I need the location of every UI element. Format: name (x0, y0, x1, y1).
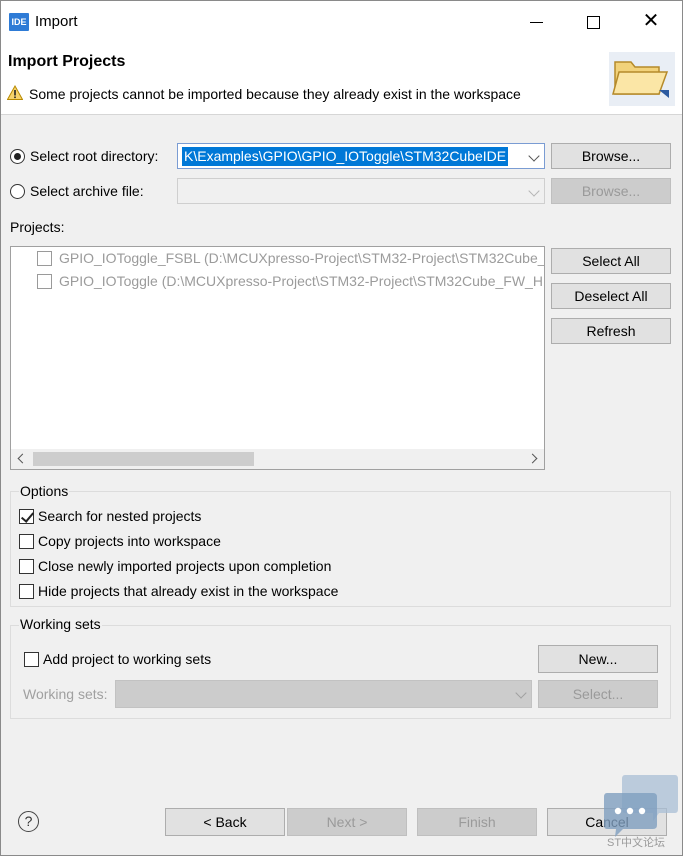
close-imported-label: Close newly imported projects upon compl… (38, 558, 332, 574)
browse-archive-button[interactable]: Browse... (551, 178, 671, 204)
chevron-down-icon[interactable] (528, 150, 540, 162)
archive-file-label: Select archive file: (30, 183, 144, 199)
projects-label: Projects: (10, 219, 65, 235)
root-directory-value[interactable]: K\Examples\GPIO\GPIO_IOToggle\STM32CubeI… (182, 147, 509, 166)
refresh-button[interactable]: Refresh (551, 318, 671, 344)
project-name: GPIO_IOToggle_FSBL (D:\MCUXpresso-Projec… (59, 250, 545, 266)
maximize-button[interactable] (581, 11, 605, 33)
chevron-down-icon[interactable] (515, 687, 527, 699)
chevron-down-icon[interactable] (528, 185, 540, 197)
scrollbar-thumb[interactable] (33, 452, 254, 466)
minimize-button[interactable] (525, 11, 549, 33)
header-message: Some projects cannot be imported because… (29, 86, 521, 102)
add-to-working-sets-label: Add project to working sets (43, 651, 212, 667)
hide-existing-checkbox[interactable] (19, 584, 34, 599)
help-icon[interactable]: ? (18, 811, 39, 832)
title-bar: IDE Import ✕ (1, 1, 682, 43)
copy-projects-checkbox[interactable] (19, 534, 34, 549)
hide-existing-label: Hide projects that already exist in the … (38, 583, 339, 599)
new-working-set-button[interactable]: New... (538, 645, 658, 673)
watermark-text: ST中文论坛 (607, 837, 666, 849)
close-button[interactable]: ✕ (639, 11, 663, 33)
finish-button[interactable]: Finish (417, 808, 537, 836)
next-button[interactable]: Next > (287, 808, 407, 836)
copy-projects-label: Copy projects into workspace (38, 533, 221, 549)
deselect-all-button[interactable]: Deselect All (551, 283, 671, 309)
root-directory-combo[interactable]: K\Examples\GPIO\GPIO_IOToggle\STM32CubeI… (177, 143, 545, 169)
add-to-working-sets-checkbox[interactable] (24, 652, 39, 667)
folder-banner-icon (609, 52, 675, 106)
select-working-sets-button[interactable]: Select... (538, 680, 658, 708)
working-sets-label: Working sets: (23, 686, 108, 702)
search-nested-label: Search for nested projects (38, 508, 202, 524)
search-nested-checkbox[interactable] (19, 509, 34, 524)
select-all-button[interactable]: Select All (551, 248, 671, 274)
project-checkbox[interactable] (37, 251, 52, 266)
projects-list[interactable]: GPIO_IOToggle_FSBL (D:\MCUXpresso-Projec… (10, 246, 545, 470)
ide-app-icon: IDE (9, 13, 29, 31)
back-button[interactable]: < Back (165, 808, 285, 836)
import-dialog: IDE Import ✕ Import Projects Some projec… (0, 0, 683, 856)
close-imported-checkbox[interactable] (19, 559, 34, 574)
options-title: Options (19, 483, 70, 499)
horizontal-scrollbar[interactable] (11, 449, 544, 469)
page-title: Import Projects (8, 53, 126, 70)
archive-file-radio[interactable] (10, 184, 25, 199)
window-title: Import (35, 13, 78, 30)
list-item[interactable]: GPIO_IOToggle (D:\MCUXpresso-Project\STM… (11, 271, 544, 293)
warning-triangle-icon (7, 85, 23, 100)
archive-file-combo[interactable] (177, 178, 545, 204)
root-directory-label: Select root directory: (30, 148, 159, 164)
scroll-right-icon[interactable] (527, 453, 538, 464)
list-item[interactable]: GPIO_IOToggle_FSBL (D:\MCUXpresso-Projec… (11, 248, 545, 270)
browse-directory-button[interactable]: Browse... (551, 143, 671, 169)
working-sets-combo[interactable] (115, 680, 532, 708)
root-directory-radio[interactable] (10, 149, 25, 164)
working-sets-title: Working sets (19, 616, 102, 632)
scroll-left-icon[interactable] (17, 453, 28, 464)
wizard-header: Import Projects Some projects cannot be … (1, 43, 682, 115)
project-checkbox[interactable] (37, 274, 52, 289)
project-name: GPIO_IOToggle (D:\MCUXpresso-Project\STM… (59, 273, 543, 289)
